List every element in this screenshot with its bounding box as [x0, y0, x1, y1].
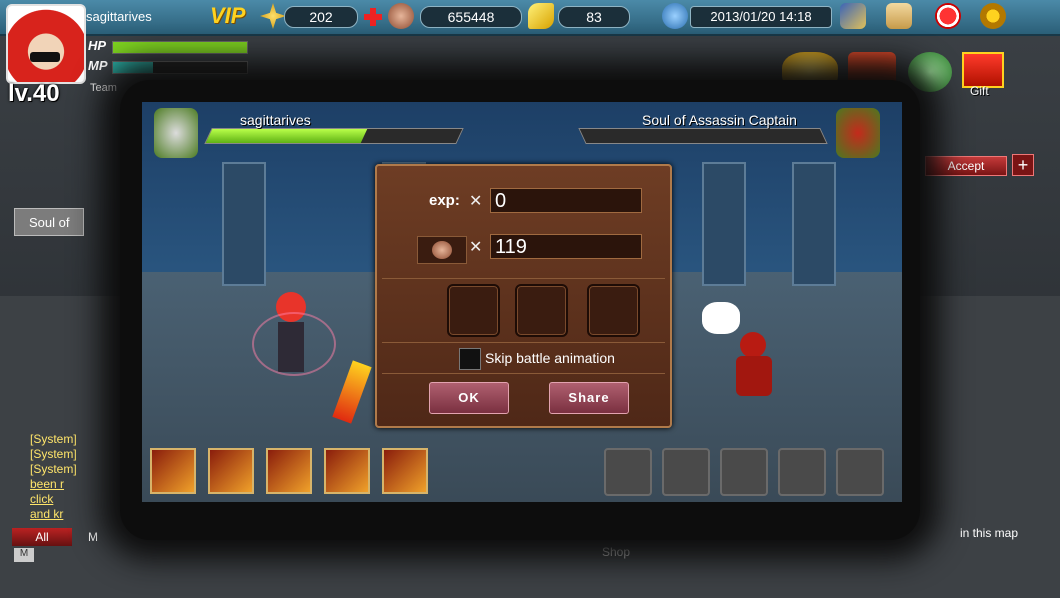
hp-label: HP — [88, 38, 107, 53]
skill-slot-3[interactable] — [266, 448, 312, 494]
quest-icon[interactable] — [908, 52, 952, 92]
player-status-bar: sagittarives — [148, 108, 468, 158]
chat-line: [System] — [30, 432, 77, 446]
exp-value-field: 0 — [490, 188, 642, 213]
gold-counter: 83 — [558, 6, 630, 28]
empty-skill-slot[interactable] — [836, 448, 884, 496]
chat-tab-m[interactable]: M — [88, 530, 98, 544]
gear-icon[interactable] — [980, 3, 1006, 29]
coin-icon — [432, 241, 452, 259]
divider — [382, 373, 665, 374]
chat-mode-icon[interactable]: M — [14, 548, 34, 562]
pillar — [222, 162, 266, 286]
enemy-character — [732, 332, 776, 402]
chat-line: [System] — [30, 462, 77, 476]
shop-label[interactable]: Shop — [602, 545, 630, 559]
exp-multiplier-icon: ✕ — [469, 193, 483, 210]
skill-slot-2[interactable] — [208, 448, 254, 494]
enemy-portrait — [836, 108, 880, 158]
pillar — [792, 162, 836, 286]
coin-multiplier-icon: ✕ — [469, 239, 483, 256]
emote-bubble — [702, 302, 740, 334]
chat-line[interactable]: click — [30, 492, 53, 506]
player-battle-name: sagittarives — [240, 112, 311, 128]
enemy-hp-fill — [579, 129, 587, 143]
vip-badge[interactable]: VIP — [210, 3, 245, 29]
gift-icon[interactable] — [962, 52, 1004, 88]
add-coins-icon[interactable] — [364, 8, 382, 26]
reward-item-slot[interactable] — [447, 284, 500, 337]
player-hp-fill — [205, 129, 368, 143]
map-scroll-icon[interactable] — [886, 3, 912, 29]
player-character — [252, 292, 336, 402]
level-label: lv.40 — [8, 80, 60, 107]
chat-line[interactable]: and kr — [30, 507, 63, 521]
empty-skill-slot[interactable] — [604, 448, 652, 496]
gift-label[interactable]: Gift — [970, 84, 989, 98]
team-label[interactable]: Team — [90, 82, 117, 94]
exp-label: exp: — [429, 192, 460, 209]
divider — [382, 278, 665, 279]
avatar[interactable] — [6, 4, 86, 84]
map-info-text: in this map — [960, 526, 1019, 540]
mute-icon[interactable] — [935, 3, 961, 29]
mp-bar — [112, 61, 248, 74]
gold-ingot-icon — [528, 3, 554, 29]
skill-slot-5[interactable] — [382, 448, 428, 494]
player-name: sagittarives — [86, 9, 152, 24]
empty-skill-slot[interactable] — [662, 448, 710, 496]
empty-skill-slot[interactable] — [778, 448, 826, 496]
mp-label: MP — [88, 58, 108, 73]
enemy-head — [740, 332, 766, 358]
coins-counter: 655448 — [420, 6, 522, 28]
book-icon[interactable] — [840, 3, 866, 29]
coin-icon — [388, 3, 414, 29]
player-portrait — [154, 108, 198, 158]
quest-tracker-item[interactable]: Soul of — [14, 208, 84, 236]
share-button[interactable]: Share — [549, 382, 629, 414]
coin-reward-box — [417, 236, 467, 264]
chat-line: [System] — [30, 447, 77, 461]
expand-plus-button[interactable]: + — [1012, 154, 1034, 176]
star-icon — [260, 3, 286, 29]
chat-line[interactable]: been r — [30, 477, 64, 491]
reward-item-slot[interactable] — [515, 284, 568, 337]
pillar — [702, 162, 746, 286]
player-hp-track — [204, 128, 464, 144]
mp-bar-fill — [113, 62, 154, 73]
top-status-bar: sagittarives VIP 202 655448 83 2013/01/2… — [0, 0, 1060, 36]
accept-button[interactable]: Accept — [925, 156, 1007, 176]
chat-tab-all[interactable]: All — [12, 528, 72, 546]
battle-reward-dialog: exp: ✕ 0 ✕ 119 Skip battle animation OK … — [375, 164, 672, 428]
ok-button[interactable]: OK — [429, 382, 509, 414]
avatar-mask — [30, 52, 60, 62]
empty-skill-slot[interactable] — [720, 448, 768, 496]
enemy-status-bar: Soul of Assassin Captain — [578, 108, 898, 158]
reward-item-slot[interactable] — [587, 284, 640, 337]
divider — [382, 342, 665, 343]
skill-slot-1[interactable] — [150, 448, 196, 494]
stars-counter: 202 — [284, 6, 358, 28]
clock-icon[interactable] — [662, 3, 688, 29]
enemy-body — [736, 356, 772, 396]
enemy-hp-track — [578, 128, 828, 144]
date-time: 2013/01/20 14:18 — [690, 6, 832, 28]
coin-value-field: 119 — [490, 234, 642, 259]
skill-slot-4[interactable] — [324, 448, 370, 494]
skip-animation-checkbox[interactable] — [459, 348, 481, 370]
enemy-battle-name: Soul of Assassin Captain — [642, 112, 797, 128]
hp-bar — [112, 41, 248, 54]
hp-bar-fill — [113, 42, 247, 53]
skip-animation-label[interactable]: Skip battle animation — [485, 350, 615, 366]
player-wings — [252, 312, 336, 376]
